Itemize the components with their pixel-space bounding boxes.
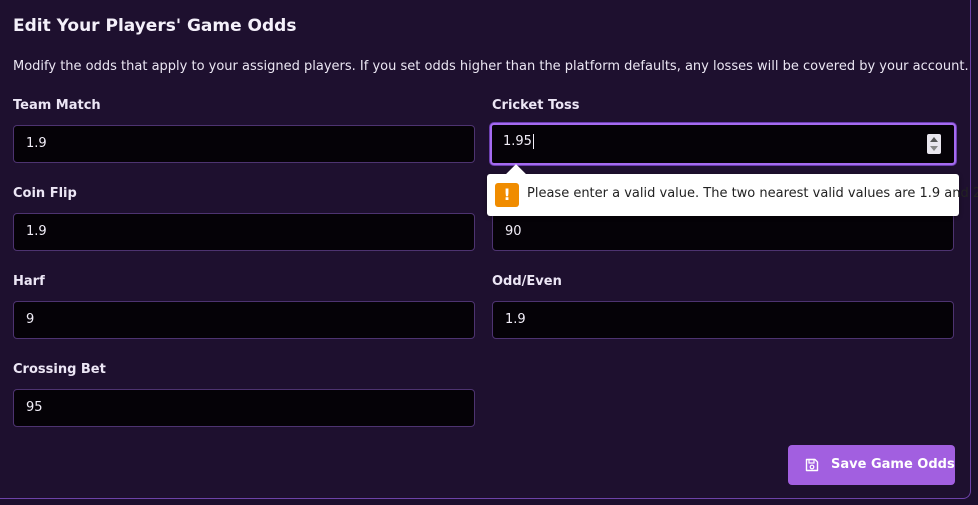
- cricket-toss-input[interactable]: 1.95: [490, 123, 956, 165]
- harf-value: 9: [26, 312, 35, 327]
- coin-flip-value: 1.9: [26, 224, 47, 239]
- coin-flip-input[interactable]: 1.9: [13, 213, 475, 251]
- harf-label: Harf: [13, 274, 45, 289]
- save-icon: [805, 458, 819, 472]
- number-spinner[interactable]: [927, 134, 941, 154]
- tooltip-arrow: [506, 164, 526, 184]
- odds-panel: Edit Your Players' Game Odds Modify the …: [0, 0, 978, 499]
- right-field-input[interactable]: 90: [492, 213, 954, 251]
- page-description: Modify the odds that apply to your assig…: [13, 59, 969, 74]
- odd-even-label: Odd/Even: [492, 274, 562, 289]
- save-game-odds-button[interactable]: Save Game Odds: [788, 445, 955, 485]
- odd-even-value: 1.9: [505, 312, 526, 327]
- right-field-value: 90: [505, 224, 522, 239]
- crossing-bet-value: 95: [26, 400, 43, 415]
- validation-message: Please enter a valid value. The two near…: [527, 186, 978, 201]
- save-button-label: Save Game Odds: [831, 457, 955, 472]
- harf-input[interactable]: 9: [13, 301, 475, 339]
- spin-down-icon[interactable]: [930, 146, 938, 151]
- crossing-bet-label: Crossing Bet: [13, 362, 106, 377]
- cricket-toss-value: 1.95: [503, 134, 532, 149]
- text-caret: [532, 134, 534, 149]
- spin-up-icon[interactable]: [930, 137, 938, 142]
- warning-icon: !: [495, 183, 519, 207]
- team-match-label: Team Match: [13, 98, 101, 113]
- team-match-value: 1.9: [26, 136, 47, 151]
- page-title: Edit Your Players' Game Odds: [13, 16, 297, 36]
- validation-tooltip: ! Please enter a valid value. The two ne…: [487, 164, 978, 216]
- cricket-toss-label: Cricket Toss: [492, 98, 580, 113]
- coin-flip-label: Coin Flip: [13, 186, 77, 201]
- odd-even-input[interactable]: 1.9: [492, 301, 954, 339]
- team-match-input[interactable]: 1.9: [13, 125, 475, 163]
- crossing-bet-input[interactable]: 95: [13, 389, 475, 427]
